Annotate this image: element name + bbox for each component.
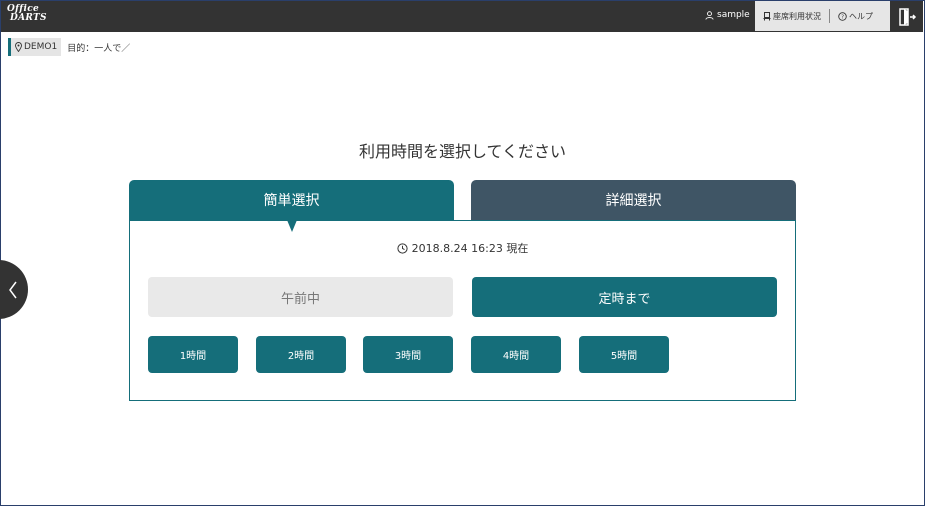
morning-button[interactable]: 午前中: [148, 277, 453, 317]
store-name: DEMO1: [24, 42, 58, 52]
two-hour-button[interactable]: 2時間: [256, 336, 346, 373]
active-tab-pointer: [287, 220, 297, 232]
help-icon: ?: [838, 11, 847, 21]
user-icon: [705, 10, 714, 20]
store-badge: DEMO1: [11, 38, 62, 56]
one-hour-button[interactable]: 1時間: [148, 336, 238, 373]
tab-simple-selection[interactable]: 簡単選択: [129, 180, 454, 220]
purpose-text: 目的：一人で／: [67, 43, 131, 54]
five-hour-button[interactable]: 5時間: [579, 336, 669, 373]
seat-status-label: 座席利用状況: [773, 11, 821, 21]
logout-button[interactable]: [897, 7, 917, 27]
current-time-row: 2018.8.24 16:23 現在: [0, 240, 925, 256]
header-nav: 座席利用状況 ? ヘルプ: [755, 1, 890, 31]
user-menu[interactable]: sample: [705, 10, 750, 20]
tab-detail-selection[interactable]: 詳細選択: [471, 180, 796, 220]
clock-icon: [397, 242, 408, 254]
seat-status-link[interactable]: 座席利用状況: [755, 9, 829, 23]
help-label: ヘルプ: [849, 11, 873, 21]
user-name: sample: [717, 10, 750, 20]
until-close-button[interactable]: 定時まで: [472, 277, 777, 317]
current-time: 2018.8.24 16:23 現在: [411, 242, 529, 255]
seat-icon: [763, 11, 771, 20]
four-hour-button[interactable]: 4時間: [471, 336, 561, 373]
three-hour-button[interactable]: 3時間: [363, 336, 453, 373]
office-darts-logo[interactable]: Office DARTS: [7, 5, 47, 23]
chevron-left-icon: [9, 281, 17, 298]
svg-text:?: ?: [841, 14, 844, 20]
breadcrumb: DEMO1 目的：一人で／: [8, 38, 130, 56]
help-link[interactable]: ? ヘルプ: [830, 9, 881, 23]
location-pin-icon: [15, 42, 22, 52]
page-title: 利用時間を選択してください: [358, 142, 567, 161]
logout-icon: [899, 8, 917, 26]
logo-line-2: DARTS: [10, 13, 47, 23]
